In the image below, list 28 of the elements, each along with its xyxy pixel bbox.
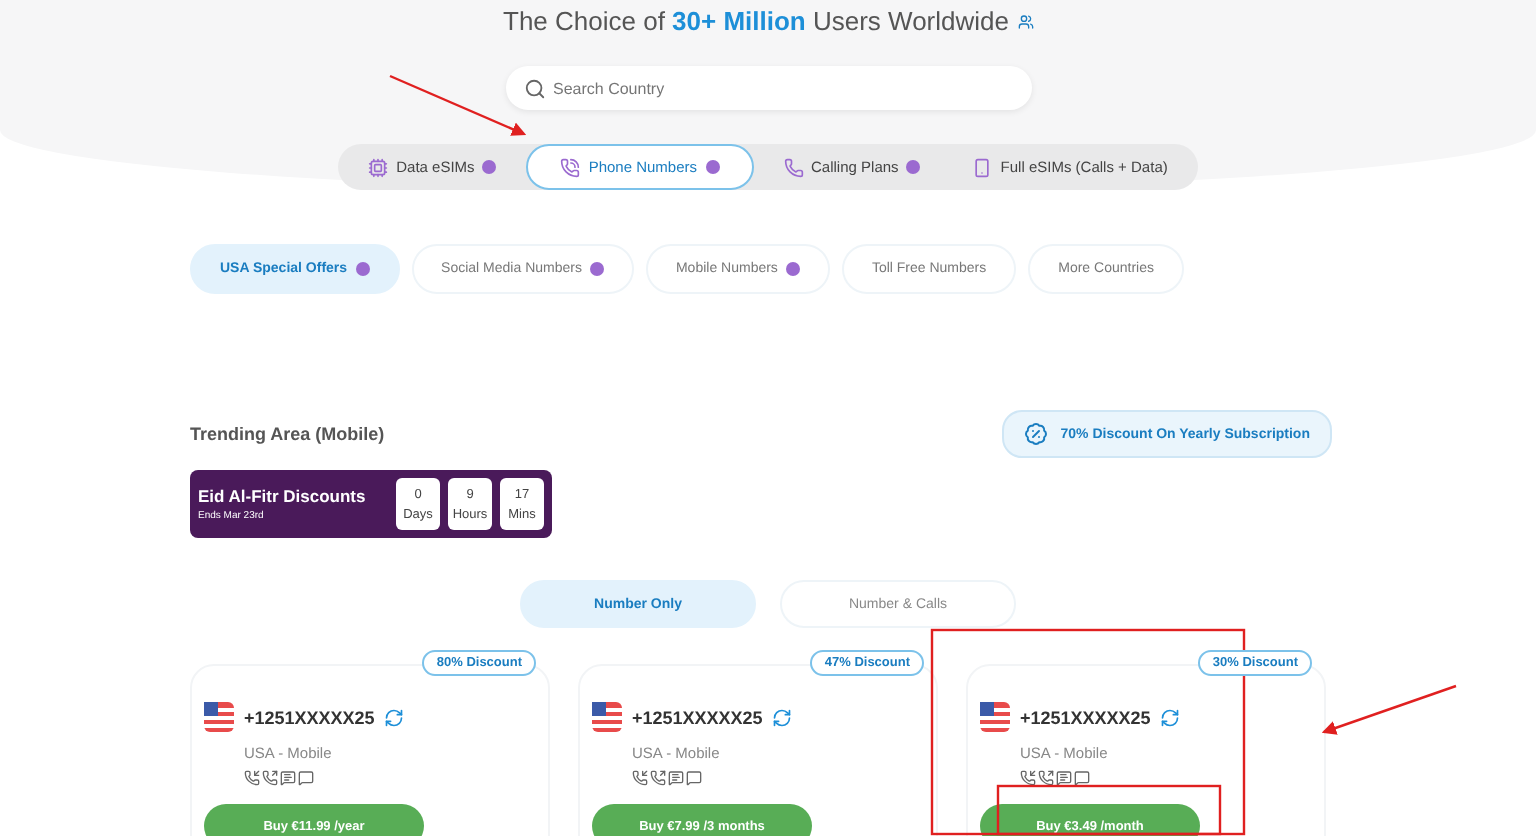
hero-title: The Choice of 30+ Million Users Worldwide xyxy=(503,6,1009,36)
search-icon xyxy=(523,78,545,100)
smartphone-icon xyxy=(972,157,993,177)
search-field[interactable]: Search Country xyxy=(505,66,1031,110)
refresh-icon[interactable] xyxy=(772,707,793,727)
phone-number: +1251XXXXX25 xyxy=(632,707,763,727)
incoming-call-icon xyxy=(244,770,260,786)
outgoing-call-icon xyxy=(262,770,278,786)
section-title: Trending Area (Mobile) xyxy=(190,424,385,444)
phone-icon xyxy=(783,157,804,177)
incoming-call-icon xyxy=(632,770,648,786)
percent-badge-icon xyxy=(1024,422,1049,446)
outgoing-call-icon xyxy=(1038,770,1054,786)
annotation-arrow xyxy=(1321,684,1457,735)
refresh-icon[interactable] xyxy=(384,707,405,727)
phone-number: +1251XXXXX25 xyxy=(244,707,375,727)
countdown-title: Eid Al-Fitr Discounts xyxy=(198,486,366,506)
incoming-call-icon xyxy=(1020,770,1036,786)
outgoing-call-icon xyxy=(650,770,666,786)
usa-flag-icon xyxy=(592,702,622,732)
refresh-icon[interactable] xyxy=(1160,707,1181,727)
phone-icon xyxy=(560,157,581,177)
usa-flag-icon xyxy=(204,702,234,732)
usa-flag-icon xyxy=(980,702,1010,732)
sim-chip-icon xyxy=(368,157,389,177)
annotation-arrow xyxy=(389,74,527,136)
users-icon xyxy=(1017,13,1033,29)
phone-number: +1251XXXXX25 xyxy=(1020,707,1151,727)
